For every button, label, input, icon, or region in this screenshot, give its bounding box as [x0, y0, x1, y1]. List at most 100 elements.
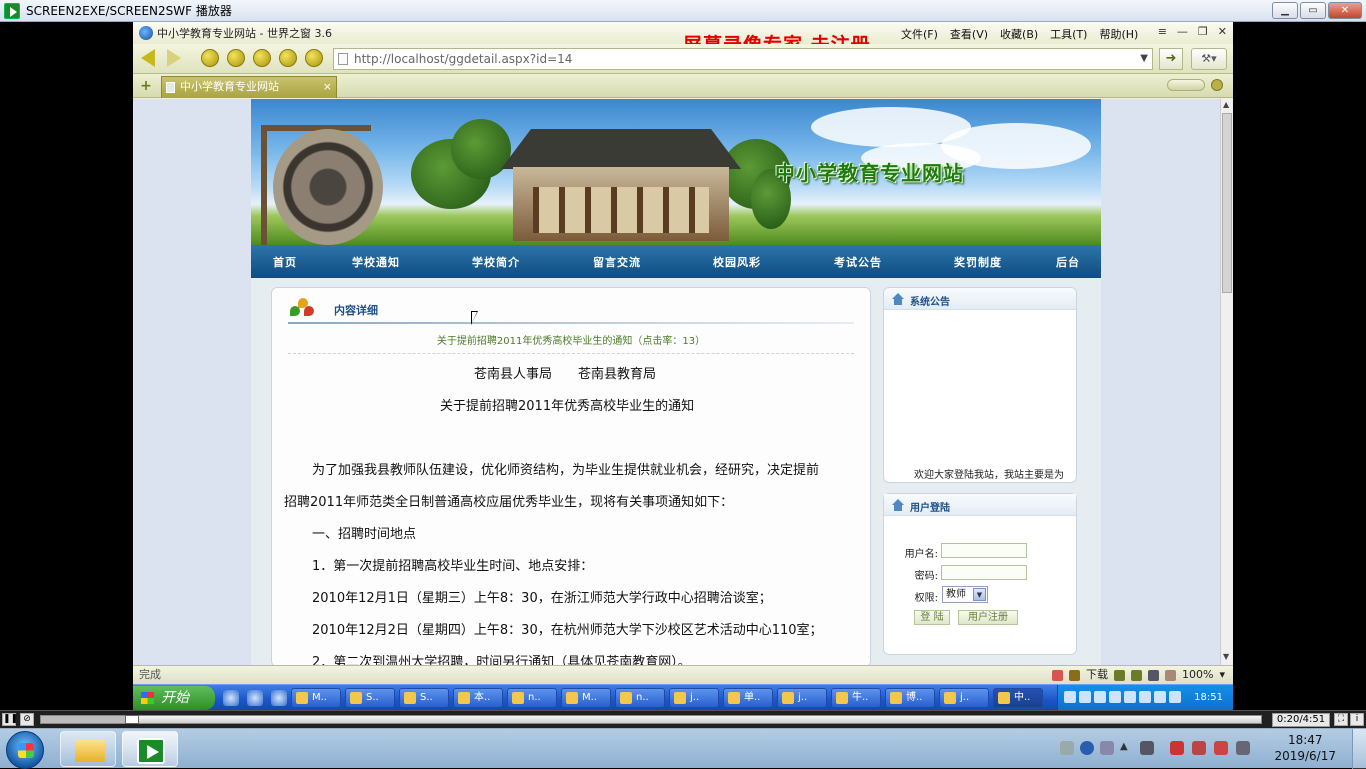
- explorer-taskbar-button[interactable]: [60, 731, 116, 767]
- home-icon[interactable]: [253, 49, 273, 69]
- taskbar-item[interactable]: n..: [507, 687, 557, 708]
- start-button[interactable]: 开始: [133, 685, 215, 710]
- wrench-icon[interactable]: ⚒▾: [1191, 48, 1227, 70]
- download-label[interactable]: 下载: [1086, 666, 1108, 684]
- chevron-down-icon[interactable]: ▾: [1219, 666, 1225, 684]
- maximize-button[interactable]: ▭: [1300, 2, 1326, 19]
- scroll-thumb[interactable]: [1222, 113, 1232, 293]
- nav-home[interactable]: 首页: [273, 254, 297, 270]
- undo-icon[interactable]: [279, 49, 299, 69]
- show-hidden-icon[interactable]: ▲: [1120, 741, 1130, 755]
- page-scrollbar[interactable]: ▲ ▼: [1220, 99, 1233, 665]
- status-icon[interactable]: [1114, 669, 1126, 681]
- role-select[interactable]: 教师 ▼: [942, 586, 988, 603]
- device-icon[interactable]: [1140, 741, 1154, 755]
- new-tab-button[interactable]: +: [137, 77, 155, 95]
- help-icon[interactable]: [1080, 741, 1094, 755]
- tray-icon[interactable]: [1139, 691, 1151, 703]
- taskbar-item[interactable]: j..: [777, 687, 827, 708]
- show-desktop-button[interactable]: [1352, 729, 1366, 769]
- close-button[interactable]: ✕: [1328, 2, 1362, 19]
- signal-icon[interactable]: [1236, 741, 1250, 755]
- tab-close-icon[interactable]: ×: [323, 77, 332, 97]
- taskbar-item[interactable]: S..: [399, 687, 449, 708]
- forward-icon[interactable]: [167, 49, 187, 69]
- password-input[interactable]: [941, 565, 1027, 580]
- tray-icon[interactable]: [1169, 691, 1181, 703]
- quicklaunch-globe-icon[interactable]: [247, 689, 263, 706]
- speaker-muted-icon[interactable]: [1192, 741, 1206, 755]
- minimize-button[interactable]: ▁: [1272, 2, 1298, 19]
- taskbar-item[interactable]: 牛..: [831, 687, 881, 708]
- pause-icon[interactable]: ❚❚: [2, 713, 18, 726]
- browser-menu-icon[interactable]: ≡: [1158, 25, 1167, 38]
- scroll-down-icon[interactable]: ▼: [1223, 652, 1229, 661]
- tray-icon[interactable]: [1079, 691, 1091, 703]
- security-icon[interactable]: [1170, 741, 1184, 755]
- nav-school-intro[interactable]: 学校简介: [472, 254, 520, 270]
- address-bar[interactable]: http://localhost/ggdetail.aspx?id=14 ▼: [333, 48, 1153, 70]
- taskbar-item[interactable]: j..: [939, 687, 989, 708]
- stop-icon[interactable]: [201, 49, 221, 69]
- nav-rewards[interactable]: 奖罚制度: [954, 254, 1002, 270]
- nav-admin[interactable]: 后台: [1056, 254, 1080, 270]
- chevron-down-icon[interactable]: ▼: [1140, 49, 1148, 69]
- status-icon[interactable]: [1052, 669, 1064, 681]
- quicklaunch-app-icon[interactable]: [271, 689, 287, 706]
- menu-help[interactable]: 帮助(H): [1099, 26, 1138, 42]
- zoom-icon[interactable]: [1165, 669, 1177, 681]
- quicklaunch-ie-icon[interactable]: [223, 689, 239, 706]
- taskbar-item[interactable]: S..: [345, 687, 395, 708]
- download-icon[interactable]: [1069, 669, 1081, 681]
- nav-school-notice[interactable]: 学校通知: [352, 254, 400, 270]
- seek-knob[interactable]: [125, 715, 140, 724]
- zoom-level[interactable]: 100%: [1182, 666, 1213, 684]
- taskbar-item[interactable]: M..: [561, 687, 611, 708]
- tray-icon[interactable]: [1124, 691, 1136, 703]
- menu-view[interactable]: 查看(V): [950, 26, 988, 42]
- speaker-icon[interactable]: [1148, 669, 1160, 681]
- chevron-down-icon[interactable]: ▼: [973, 588, 986, 601]
- nav-exam-notice[interactable]: 考试公告: [834, 254, 882, 270]
- fullscreen-icon[interactable]: ⛶: [1334, 713, 1348, 726]
- tab-active[interactable]: 中小学教育专业网站 ×: [161, 76, 337, 98]
- tab-scroll-control[interactable]: [1167, 79, 1205, 91]
- back-icon[interactable]: [141, 49, 161, 69]
- status-icon[interactable]: [1131, 669, 1143, 681]
- tray-icon[interactable]: [1154, 691, 1166, 703]
- keyboard-icon[interactable]: [1060, 741, 1074, 755]
- player-taskbar-button[interactable]: [122, 731, 178, 767]
- taskbar-item[interactable]: 博..: [885, 687, 935, 708]
- register-button[interactable]: 用户注册: [958, 610, 1018, 625]
- menu-file[interactable]: 文件(F): [901, 26, 938, 42]
- taskbar-item[interactable]: 单..: [723, 687, 773, 708]
- seek-bar[interactable]: [40, 715, 1262, 724]
- nav-campus[interactable]: 校园风彩: [713, 254, 761, 270]
- refresh-icon[interactable]: [227, 49, 247, 69]
- browser-restore-button[interactable]: ❐: [1198, 25, 1208, 38]
- menu-tools[interactable]: 工具(T): [1050, 26, 1087, 42]
- clock[interactable]: 18:47 2019/6/17: [1274, 732, 1336, 764]
- nav-messages[interactable]: 留言交流: [593, 254, 641, 270]
- tab-menu-icon[interactable]: [1211, 79, 1223, 91]
- tray-icon[interactable]: [1094, 691, 1106, 703]
- go-button[interactable]: ➜: [1159, 48, 1183, 70]
- scroll-up-icon[interactable]: ▲: [1223, 100, 1229, 109]
- taskbar-item[interactable]: 本..: [453, 687, 503, 708]
- taskbar-item[interactable]: M..: [291, 687, 341, 708]
- flag-icon[interactable]: [1214, 741, 1228, 755]
- start-orb-icon[interactable]: [6, 731, 44, 769]
- menu-favorites[interactable]: 收藏(B): [1000, 26, 1038, 42]
- browser-close-button[interactable]: ✕: [1218, 25, 1227, 38]
- taskbar-item[interactable]: n..: [615, 687, 665, 708]
- browser-minimize-button[interactable]: —: [1177, 25, 1188, 38]
- username-input[interactable]: [941, 543, 1027, 558]
- tray-icon[interactable]: [1064, 691, 1076, 703]
- favorite-star-icon[interactable]: [305, 49, 325, 69]
- taskbar-item[interactable]: j..: [669, 687, 719, 708]
- login-button[interactable]: 登 陆: [914, 610, 950, 625]
- taskbar-item-active[interactable]: 中..: [993, 687, 1043, 708]
- stop-icon[interactable]: ⊘: [20, 713, 34, 726]
- tray-icon[interactable]: [1109, 691, 1121, 703]
- network-tray-icon[interactable]: [1100, 741, 1114, 755]
